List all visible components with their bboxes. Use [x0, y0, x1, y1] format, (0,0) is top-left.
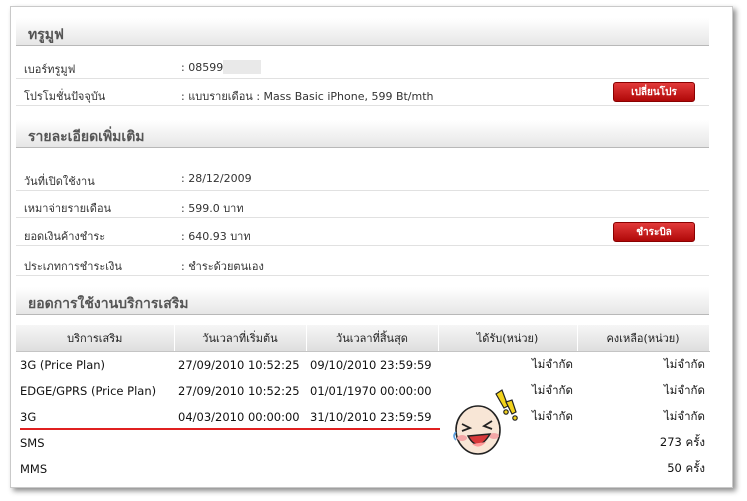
table-row: MMS 50 ครั้ง	[16, 456, 709, 482]
start-time	[174, 456, 306, 482]
start-time: 27/09/2010 10:52:25	[178, 358, 300, 372]
remaining-units: ไม่จำกัด	[664, 383, 705, 397]
payment-type-label: ประเภทการชำระเงิน	[24, 260, 122, 273]
table-row: 3G (Price Plan) 27/09/2010 10:52:25 09/1…	[16, 352, 709, 379]
red-underline-annotation	[20, 428, 440, 430]
header-end: วันเวลาที่สิ้นสุด	[306, 325, 439, 352]
row-activation-date: วันที่เปิดใช้งาน : 28/12/2009	[16, 165, 709, 191]
promotion-value: : แบบรายเดือน : Mass Basic iPhone, 599 B…	[181, 90, 434, 103]
service-name: MMS	[20, 462, 48, 476]
received-units: ไม่จำกัด	[532, 357, 573, 371]
row-monthly-fee: เหมาจ่ายรายเดือน : 599.0 บาท	[16, 192, 709, 218]
outstanding-balance-value: : 640.93 บาท	[181, 230, 251, 243]
header-received: ได้รับ(หน่วย)	[438, 325, 578, 352]
row-phone-number: เบอร์ทรูมูฟ : 08599	[16, 53, 709, 79]
remaining-units: 273 ครั้ง	[659, 435, 705, 449]
service-name: SMS	[20, 436, 45, 450]
start-time: 04/03/2010 00:00:00	[178, 410, 300, 424]
table-row: SMS 273 ครั้ง	[16, 430, 709, 456]
end-time	[306, 456, 438, 482]
activation-date-value: : 28/12/2009	[181, 172, 252, 185]
remaining-units: 50 ครั้ง	[667, 461, 705, 475]
section-details-title: รายละเอียดเพิ่มเติม	[16, 120, 709, 148]
service-name: 3G (Price Plan)	[20, 358, 106, 372]
monthly-fee-label: เหมาจ่ายรายเดือน	[24, 202, 112, 215]
promotion-label: โปรโมชั่นปัจจุบัน	[24, 90, 106, 103]
services-header-row: บริการเสริม วันเวลาที่เริ่มต้น วันเวลาที…	[16, 325, 710, 352]
phone-number-label: เบอร์ทรูมูฟ	[24, 63, 76, 76]
payment-type-value: : ชำระด้วยตนเอง	[181, 260, 264, 273]
end-time: 31/10/2010 23:59:59	[310, 410, 432, 424]
table-row: 3G 04/03/2010 00:00:00 31/10/2010 23:59:…	[16, 404, 709, 430]
end-time: 01/01/1970 00:00:00	[310, 384, 432, 398]
table-row: EDGE/GPRS (Price Plan) 27/09/2010 10:52:…	[16, 378, 709, 404]
section-services-title: ยอดการใช้งานบริการเสริม	[16, 287, 709, 315]
service-name: 3G	[20, 410, 37, 424]
change-promotion-button[interactable]: เปลี่ยนโปร	[613, 82, 695, 102]
row-current-promotion: โปรโมชั่นปัจจุบัน : แบบรายเดือน : Mass B…	[16, 80, 709, 106]
start-time	[174, 430, 306, 456]
section-truemove-title: ทรูมูฟ	[16, 18, 709, 46]
phone-number-value: : 08599	[181, 60, 262, 74]
start-time: 27/09/2010 10:52:25	[178, 384, 300, 398]
remaining-units: ไม่จำกัด	[664, 357, 705, 371]
row-outstanding-balance: ยอดเงินค้างชำระ : 640.93 บาท ชำระบิล	[16, 220, 709, 246]
pay-bill-button[interactable]: ชำระบิล	[613, 222, 695, 242]
redacted-block	[223, 60, 262, 74]
remaining-units: ไม่จำกัด	[664, 409, 705, 423]
end-time	[306, 430, 438, 456]
outstanding-balance-label: ยอดเงินค้างชำระ	[24, 230, 106, 243]
end-time: 09/10/2010 23:59:59	[310, 358, 432, 372]
services-table: บริการเสริม วันเวลาที่เริ่มต้น วันเวลาที…	[16, 325, 710, 482]
monthly-fee-value: : 599.0 บาท	[181, 202, 244, 215]
activation-date-label: วันที่เปิดใช้งาน	[24, 175, 95, 188]
header-service: บริการเสริม	[16, 325, 175, 352]
header-remaining: คงเหลือ(หน่วย)	[577, 325, 710, 352]
laughing-face-icon	[453, 389, 518, 455]
service-name: EDGE/GPRS (Price Plan)	[20, 384, 157, 398]
row-payment-type: ประเภทการชำระเงิน : ชำระด้วยตนเอง	[16, 250, 709, 276]
header-start: วันเวลาที่เริ่มต้น	[174, 325, 307, 352]
